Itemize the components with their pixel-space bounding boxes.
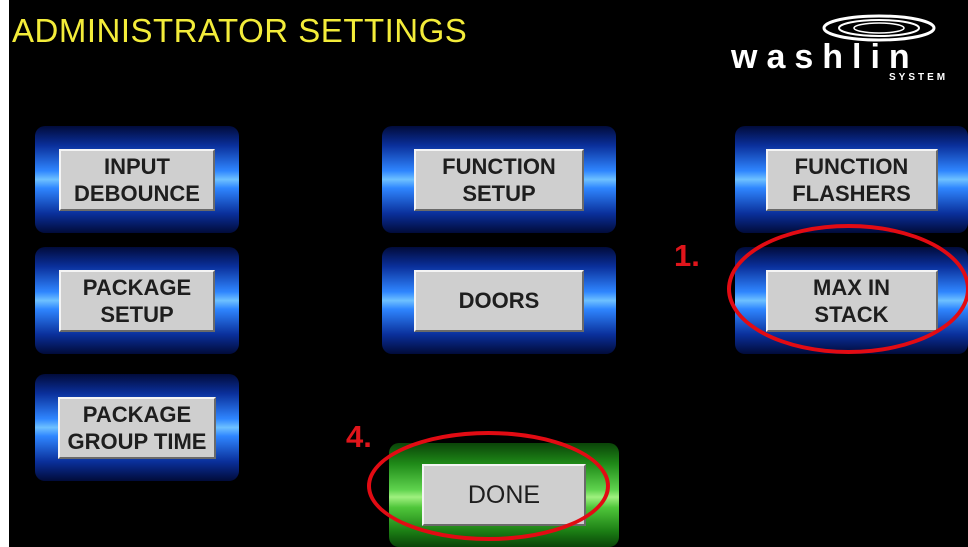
admin-settings-screen: ADMINISTRATOR SETTINGS washlin SYSTEM IN…: [9, 0, 968, 547]
function-flashers-button[interactable]: FUNCTION FLASHERS: [735, 126, 968, 233]
logo-subtext: SYSTEM: [889, 72, 949, 83]
function-setup-button[interactable]: FUNCTION SETUP: [382, 126, 616, 233]
step-4-marker: 4.: [346, 419, 372, 454]
washlink-logo: washlin SYSTEM: [729, 8, 968, 88]
input-debounce-button[interactable]: INPUT DEBOUNCE: [35, 126, 239, 233]
package-group-time-label: PACKAGE GROUP TIME: [58, 396, 216, 459]
highlight-ring-max-in-stack: [727, 224, 968, 354]
input-debounce-label: INPUT DEBOUNCE: [59, 148, 215, 211]
function-setup-label: FUNCTION SETUP: [414, 148, 584, 211]
highlight-ring-done: [367, 431, 610, 541]
package-setup-button[interactable]: PACKAGE SETUP: [35, 247, 239, 354]
doors-button[interactable]: DOORS: [382, 247, 616, 354]
package-group-time-button[interactable]: PACKAGE GROUP TIME: [35, 374, 239, 481]
package-setup-label: PACKAGE SETUP: [59, 269, 215, 332]
step-1-marker: 1.: [674, 238, 700, 273]
function-flashers-label: FUNCTION FLASHERS: [765, 148, 938, 211]
doors-label: DOORS: [414, 269, 584, 332]
page-title: ADMINISTRATOR SETTINGS: [12, 12, 468, 49]
